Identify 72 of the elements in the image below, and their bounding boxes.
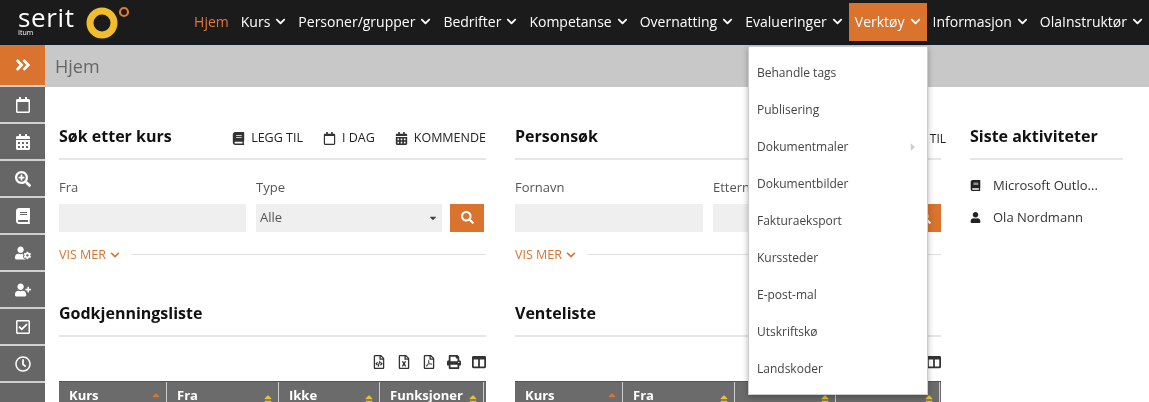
- chevron-icon: [565, 249, 576, 260]
- nav-menu-item[interactable]: Kompetanse: [523, 2, 634, 41]
- type-select[interactable]: Alle: [256, 203, 442, 232]
- dropdown-menu-item[interactable]: Behandle tags: [749, 54, 927, 91]
- pdf-file-icon[interactable]: [422, 355, 436, 370]
- page-title: Hjem: [55, 52, 100, 80]
- checkbox-icon: [14, 318, 31, 335]
- section-title: Godkjenningsliste: [59, 301, 203, 326]
- calendar-grid-icon: [14, 133, 31, 150]
- chevron-icon: [831, 16, 843, 27]
- section-title: Personsøk: [515, 124, 598, 148]
- action-link[interactable]: I DAG: [322, 129, 375, 148]
- section-title: Søk etter kurs: [59, 124, 172, 148]
- dropdown-menu-item[interactable]: Publisering: [749, 91, 927, 128]
- column-header[interactable]: Fra: [167, 382, 279, 402]
- calendar-icon: [322, 132, 336, 146]
- nav-menu-item[interactable]: Evalueringer: [739, 2, 849, 41]
- logo-rings-icon: [84, 4, 131, 39]
- chevron-icon: [420, 16, 432, 27]
- columns-icon[interactable]: [472, 355, 486, 370]
- chevron-icon: [275, 16, 287, 27]
- dropdown-menu-item[interactable]: Dokumentbilder: [749, 165, 927, 202]
- nav-menu-item[interactable]: Informasjon: [926, 2, 1034, 41]
- chevron-icon: [722, 16, 734, 27]
- dropdown-menu-item[interactable]: E-post-mal: [749, 276, 927, 313]
- section-title: Venteliste: [515, 301, 596, 326]
- clock-icon: [14, 355, 31, 372]
- double-chevron-icon: [13, 56, 32, 74]
- dropdown-menu-item[interactable]: Landskoder: [749, 350, 927, 387]
- calendar-grid-icon: [394, 132, 408, 146]
- nav-menu-item[interactable]: Personer/grupper: [292, 2, 438, 41]
- nav-menu-item[interactable]: Hjem: [188, 2, 235, 41]
- action-link[interactable]: KOMMENDE: [394, 129, 486, 148]
- code-file-icon[interactable]: [372, 355, 386, 370]
- columns-icon[interactable]: [927, 355, 941, 370]
- search-button[interactable]: [450, 203, 484, 232]
- field-label: Type: [256, 178, 286, 198]
- action-link[interactable]: LEGG TIL: [232, 129, 303, 148]
- column-header[interactable]: Kurs: [515, 382, 623, 402]
- chevron-icon: [506, 16, 518, 27]
- dropdown-menu-item[interactable]: Utskriftskø: [749, 313, 927, 350]
- section-title: Siste aktiviteter: [970, 124, 1098, 148]
- chevron-icon: [1016, 16, 1028, 27]
- activity-link[interactable]: Microsoft Outlo...: [993, 176, 1098, 196]
- action-link[interactable]: TIL: [929, 130, 946, 148]
- dropdown-menu-item[interactable]: Dokumentmaler: [749, 128, 927, 165]
- column-header[interactable]: Ikke: [279, 382, 380, 402]
- field-label: Fornavn: [515, 178, 566, 198]
- nav-menu-item[interactable]: Bedrifter: [437, 2, 524, 41]
- chevron-icon: [1132, 16, 1143, 27]
- chevron-icon: [909, 16, 921, 27]
- sidebar-toggle-button[interactable]: [0, 45, 45, 87]
- dropdown-menu-item[interactable]: Fakturaeksport: [749, 202, 927, 239]
- book-icon: [232, 132, 246, 146]
- nav-menu-item[interactable]: OlaInstruktør: [1033, 2, 1149, 41]
- chevron-icon: [616, 16, 628, 27]
- column-header[interactable]: Kurs: [59, 382, 167, 402]
- column-header[interactable]: Fra: [623, 382, 735, 402]
- excel-file-icon[interactable]: [397, 355, 411, 370]
- calendar-icon: [14, 96, 31, 113]
- chevron-icon: [109, 249, 120, 260]
- dropdown-menu-item[interactable]: Kurssteder: [749, 239, 927, 276]
- nav-menu-item[interactable]: Overnatting: [633, 2, 740, 41]
- nav-menu-item[interactable]: Kurs: [234, 2, 293, 41]
- logo-text: serit: [18, 6, 75, 28]
- activity-link[interactable]: Ola Nordmann: [993, 207, 1084, 227]
- book-icon: [970, 180, 981, 192]
- field-label: Fra: [59, 178, 80, 198]
- search-icon: [460, 211, 474, 224]
- user-plus-icon: [14, 281, 31, 298]
- print-icon[interactable]: [447, 355, 461, 370]
- person-icon: [970, 211, 981, 223]
